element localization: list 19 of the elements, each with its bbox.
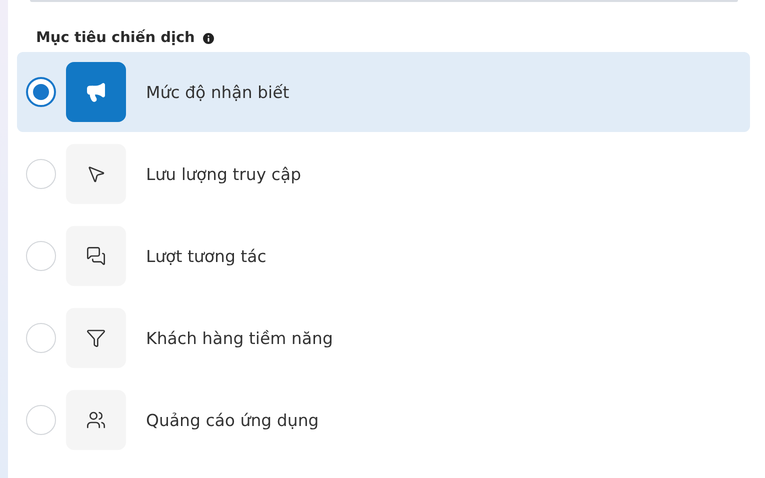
chat-bubbles-icon — [86, 246, 106, 266]
objective-option[interactable]: Quảng cáo ứng dụng — [17, 380, 750, 460]
info-icon[interactable] — [200, 30, 216, 46]
option-label: Khách hàng tiềm năng — [146, 328, 333, 348]
objective-option[interactable]: Mức độ nhận biết — [17, 52, 750, 132]
people-icon — [86, 410, 106, 430]
funnel-icon — [86, 328, 106, 348]
option-label: Lưu lượng truy cập — [146, 164, 302, 184]
option-label: Quảng cáo ứng dụng — [146, 410, 319, 430]
objective-option[interactable]: Khách hàng tiềm năng — [17, 298, 750, 378]
pointer-icon — [86, 164, 106, 184]
radio-button[interactable] — [26, 77, 56, 107]
option-label: Mức độ nhận biết — [146, 82, 290, 102]
megaphone-icon — [85, 81, 107, 103]
objective-option[interactable]: Lượt tương tác — [17, 216, 750, 296]
option-label: Lượt tương tác — [146, 246, 266, 266]
input-field-edge[interactable] — [30, 0, 738, 2]
section-title: Mục tiêu chiến dịch — [36, 30, 195, 46]
objective-option[interactable]: Lưu lượng truy cập — [17, 134, 750, 214]
